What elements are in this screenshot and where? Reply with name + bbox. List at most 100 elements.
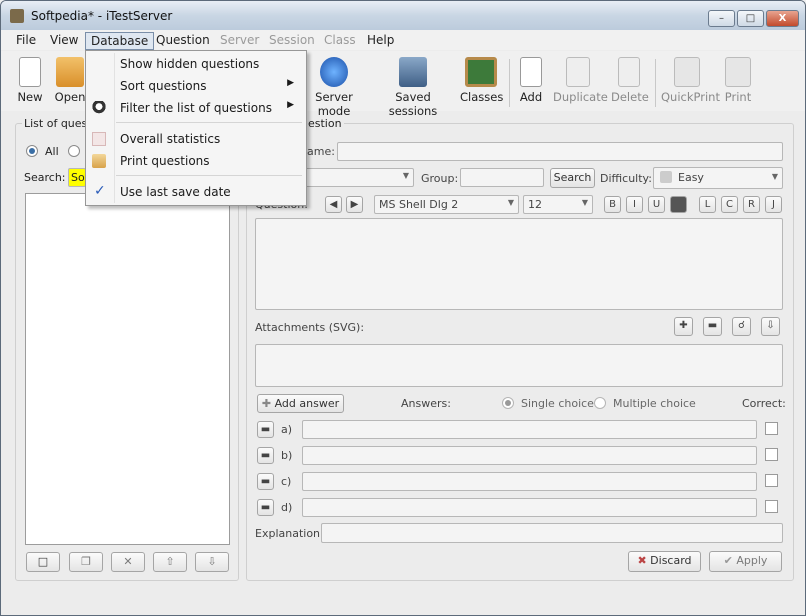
search-input[interactable]: So: [68, 168, 86, 187]
search-label: Search:: [24, 171, 66, 184]
answer-d-input[interactable]: [302, 498, 757, 517]
print-questions-icon: [92, 154, 106, 168]
menu-file[interactable]: File: [11, 32, 41, 50]
discard-button[interactable]: ✖ Discard: [628, 551, 701, 572]
duplicate-icon: ❐: [81, 555, 91, 568]
chevron-down-icon: ▼: [581, 198, 588, 207]
save-attachment-button[interactable]: ⇩: [761, 317, 780, 336]
multiple-choice-radio[interactable]: [594, 397, 606, 409]
menu-item-overall-statistics[interactable]: Overall statistics: [86, 129, 306, 149]
add-answer-button[interactable]: ✚ Add answer: [257, 394, 344, 413]
open-button[interactable]: Open: [53, 57, 87, 104]
menu-question[interactable]: Question: [151, 32, 215, 50]
group-input[interactable]: [460, 168, 544, 187]
menu-server[interactable]: Server: [215, 32, 264, 50]
add-attachment-button[interactable]: ✚: [674, 317, 693, 336]
answer-d-correct-checkbox[interactable]: [765, 500, 778, 513]
align-left-button[interactable]: L: [699, 196, 716, 213]
saved-sessions-button[interactable]: Saved sessions: [375, 57, 451, 118]
difficulty-icon: [660, 171, 672, 183]
text-color-button[interactable]: [670, 196, 687, 213]
apply-button[interactable]: ✔ Apply: [709, 551, 782, 572]
font-name-select[interactable]: MS Shell Dlg 2 ▼: [374, 195, 519, 214]
answer-b-correct-checkbox[interactable]: [765, 448, 778, 461]
difficulty-select[interactable]: Easy ▼: [653, 167, 783, 189]
answer-a-correct-checkbox[interactable]: [765, 422, 778, 435]
remove-answer-a-button[interactable]: ▬: [257, 421, 274, 438]
menu-bar: File View Database Question Server Sessi…: [1, 30, 805, 50]
explanation-input[interactable]: [321, 523, 783, 543]
menu-separator: [116, 122, 302, 123]
align-center-button[interactable]: C: [721, 196, 738, 213]
print-button[interactable]: Print: [723, 57, 753, 104]
menu-class[interactable]: Class: [319, 32, 361, 50]
next-question-button[interactable]: ▶: [346, 196, 363, 213]
view-attachment-button[interactable]: ☌: [732, 317, 751, 336]
globe-server-icon: [320, 57, 348, 87]
add-label: Add: [519, 90, 543, 104]
menu-item-show-hidden-questions[interactable]: Show hidden questions: [86, 54, 306, 74]
multiple-choice-label: Multiple choice: [613, 397, 696, 410]
question-name-input[interactable]: [337, 142, 783, 161]
answer-c-input[interactable]: [302, 472, 757, 491]
align-right-button[interactable]: R: [743, 196, 760, 213]
italic-button[interactable]: I: [626, 196, 643, 213]
move-up-button[interactable]: ⇧: [153, 552, 187, 572]
classes-button[interactable]: Classes: [460, 57, 503, 104]
menu-item-label: Print questions: [120, 154, 210, 168]
list-delete-button[interactable]: ✕: [111, 552, 145, 572]
underline-button[interactable]: U: [648, 196, 665, 213]
apply-label: Apply: [736, 554, 768, 567]
open-folder-icon: [56, 57, 84, 87]
duplicate-button[interactable]: Duplicate: [553, 57, 608, 104]
remove-attachment-button[interactable]: ▬: [703, 317, 722, 336]
radio-all[interactable]: [26, 145, 38, 157]
toolbar-separator: [655, 59, 656, 107]
menu-session[interactable]: Session: [264, 32, 320, 50]
answer-d-label: d): [281, 501, 293, 514]
radio-other[interactable]: [68, 145, 80, 157]
prev-question-button[interactable]: ◀: [325, 196, 342, 213]
list-add-button[interactable]: □: [26, 552, 60, 572]
close-button[interactable]: X: [766, 10, 799, 27]
remove-answer-b-button[interactable]: ▬: [257, 447, 274, 464]
list-duplicate-button[interactable]: ❐: [69, 552, 103, 572]
font-size-select[interactable]: 12 ▼: [523, 195, 593, 214]
menu-item-print-questions[interactable]: Print questions: [86, 151, 306, 171]
maximize-button[interactable]: □: [737, 10, 764, 27]
move-down-button[interactable]: ⇩: [195, 552, 229, 572]
menu-database[interactable]: Database: [85, 32, 155, 50]
minimize-button[interactable]: –: [708, 10, 735, 27]
arrow-down-icon: ⇩: [207, 555, 217, 568]
menu-item-use-last-save-date[interactable]: ✓ Use last save date: [86, 182, 306, 202]
single-choice-radio[interactable]: [502, 397, 514, 409]
answer-a-input[interactable]: [302, 420, 757, 439]
menu-item-sort-questions[interactable]: Sort questions ▶: [86, 76, 306, 96]
answer-b-input[interactable]: [302, 446, 757, 465]
delete-button[interactable]: Delete: [611, 57, 649, 104]
menu-view[interactable]: View: [45, 32, 83, 50]
menu-item-filter-questions[interactable]: Filter the list of questions ▶: [86, 98, 306, 118]
question-text-editor[interactable]: [255, 218, 783, 310]
remove-answer-c-button[interactable]: ▬: [257, 473, 274, 490]
category-select[interactable]: ▼: [292, 168, 414, 187]
bold-button[interactable]: B: [604, 196, 621, 213]
add-button[interactable]: Add: [516, 57, 546, 104]
menu-item-label: Use last save date: [120, 185, 231, 199]
menu-item-label: Filter the list of questions: [120, 101, 272, 115]
difficulty-label: Difficulty:: [600, 172, 652, 185]
group-search-button[interactable]: Search: [550, 168, 595, 188]
question-list[interactable]: [25, 193, 230, 545]
answer-c-correct-checkbox[interactable]: [765, 474, 778, 487]
new-button[interactable]: New: [13, 57, 47, 104]
status-bar: [1, 593, 805, 615]
delete-label: Delete: [611, 90, 649, 104]
attachments-area[interactable]: [255, 344, 783, 387]
menu-item-label: Overall statistics: [120, 132, 221, 146]
remove-answer-d-button[interactable]: ▬: [257, 499, 274, 516]
menu-help[interactable]: Help: [362, 32, 399, 50]
quickprint-button[interactable]: QuickPrint: [661, 57, 720, 104]
new-label: New: [17, 90, 43, 104]
server-mode-button[interactable]: Server mode: [301, 57, 367, 118]
align-justify-button[interactable]: J: [765, 196, 782, 213]
